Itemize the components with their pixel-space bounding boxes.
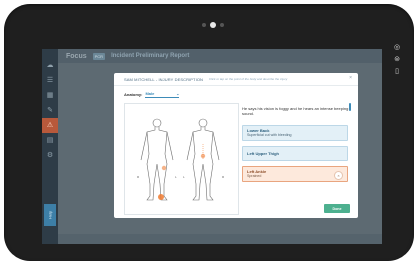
- wrench-icon: ✎: [47, 107, 53, 114]
- cloud-icon: ☁: [46, 62, 54, 69]
- app-header: Focus PCR Incident Preliminary Report: [58, 49, 382, 63]
- camera-sensor-left: [202, 23, 206, 27]
- remove-injury-button[interactable]: ×: [334, 171, 343, 180]
- anatomy-label: Anatomy:: [124, 91, 143, 97]
- figure-label-front-left: L: [175, 175, 177, 179]
- help-tab[interactable]: Help: [44, 204, 56, 226]
- close-icon[interactable]: ×: [349, 76, 352, 81]
- chart-icon: ▤: [46, 137, 54, 144]
- sidebar: ☁ ☰ ▦ ✎ ⚠ ▤ ⚙ Help: [42, 49, 58, 244]
- tablet-device: ◎ ⊜ ▯ ☁ ☰ ▦ ✎ ⚠ ▤ ⚙ Help Focus PCR Incid…: [4, 4, 414, 261]
- injury-card-lower-back[interactable]: Lower Back Superficial cut with bleeding: [242, 125, 348, 141]
- injury-notes[interactable]: He says his vision is foggy and he hears…: [242, 106, 350, 120]
- sidebar-item-reports[interactable]: ▤: [42, 133, 58, 148]
- app-logo-badge: PCR: [92, 52, 106, 60]
- alert-icon: ⚠: [46, 122, 54, 129]
- figure-label-back-right: R: [222, 175, 225, 179]
- injury-description: Sprained: [247, 174, 262, 178]
- injury-name: Left Upper Thigh: [247, 151, 279, 156]
- list-icon: ☰: [46, 77, 54, 84]
- injury-card-left-upper-thigh[interactable]: Left Upper Thigh: [242, 146, 348, 161]
- marker-left-ankle[interactable]: [158, 194, 164, 200]
- fingerprint-icon: ◎: [393, 44, 401, 51]
- modal-hint: Click or tap on the point of the body an…: [209, 77, 288, 81]
- body-diagram-panel[interactable]: R L L R: [124, 103, 239, 215]
- figure-label-front-right: R: [137, 175, 140, 179]
- modal-header: SAM MITCHELL - INJURY DESCRIPTION Click …: [114, 73, 358, 86]
- camera-lens: [210, 22, 216, 28]
- figure-label-back-left: L: [183, 175, 185, 179]
- sidebar-item-calendar[interactable]: ▦: [42, 88, 58, 103]
- app-footer: [58, 234, 382, 244]
- body-front-figure[interactable]: [140, 118, 174, 201]
- chevron-down-icon: ⌄: [176, 91, 180, 96]
- anatomy-value: Male: [145, 91, 155, 96]
- sidebar-item-incident[interactable]: ⚠: [42, 118, 58, 133]
- database-icon: ⊜: [394, 56, 400, 63]
- anatomy-selector-row: Anatomy: Male ⌄: [124, 90, 180, 98]
- calendar-icon: ▦: [46, 92, 54, 99]
- injury-list: Lower Back Superficial cut with bleeding…: [242, 125, 348, 187]
- body-diagram[interactable]: [125, 104, 238, 214]
- sidebar-item-settings[interactable]: ⚙: [42, 148, 58, 163]
- app-logo: Focus: [66, 52, 87, 60]
- body-back-figure[interactable]: [186, 118, 220, 201]
- sidebar-item-cloud[interactable]: ☁: [42, 58, 58, 73]
- camera-sensor-right: [220, 23, 224, 27]
- device-status-icons: ◎ ⊜ ▯: [390, 44, 404, 75]
- front-camera: [196, 19, 230, 31]
- sidebar-item-list[interactable]: ☰: [42, 73, 58, 88]
- modal-title: SAM MITCHELL - INJURY DESCRIPTION: [124, 76, 204, 82]
- marker-left-upper-thigh[interactable]: [161, 165, 167, 171]
- battery-icon: ▯: [395, 68, 399, 75]
- sidebar-item-tools[interactable]: ✎: [42, 103, 58, 118]
- injury-description: Superficial cut with bleeding: [247, 133, 292, 137]
- injury-card-left-ankle[interactable]: Left Ankle Sprained ×: [242, 166, 348, 182]
- anatomy-dropdown[interactable]: Male ⌄: [145, 91, 180, 98]
- injury-description-modal: SAM MITCHELL - INJURY DESCRIPTION Click …: [114, 73, 358, 218]
- gear-icon: ⚙: [46, 152, 54, 159]
- app-screen: ☁ ☰ ▦ ✎ ⚠ ▤ ⚙ Help Focus PCR Incident Pr…: [42, 49, 382, 244]
- notes-scrollbar[interactable]: [349, 103, 351, 111]
- page-title: Incident Preliminary Report: [111, 53, 190, 59]
- done-button[interactable]: Done: [324, 204, 350, 213]
